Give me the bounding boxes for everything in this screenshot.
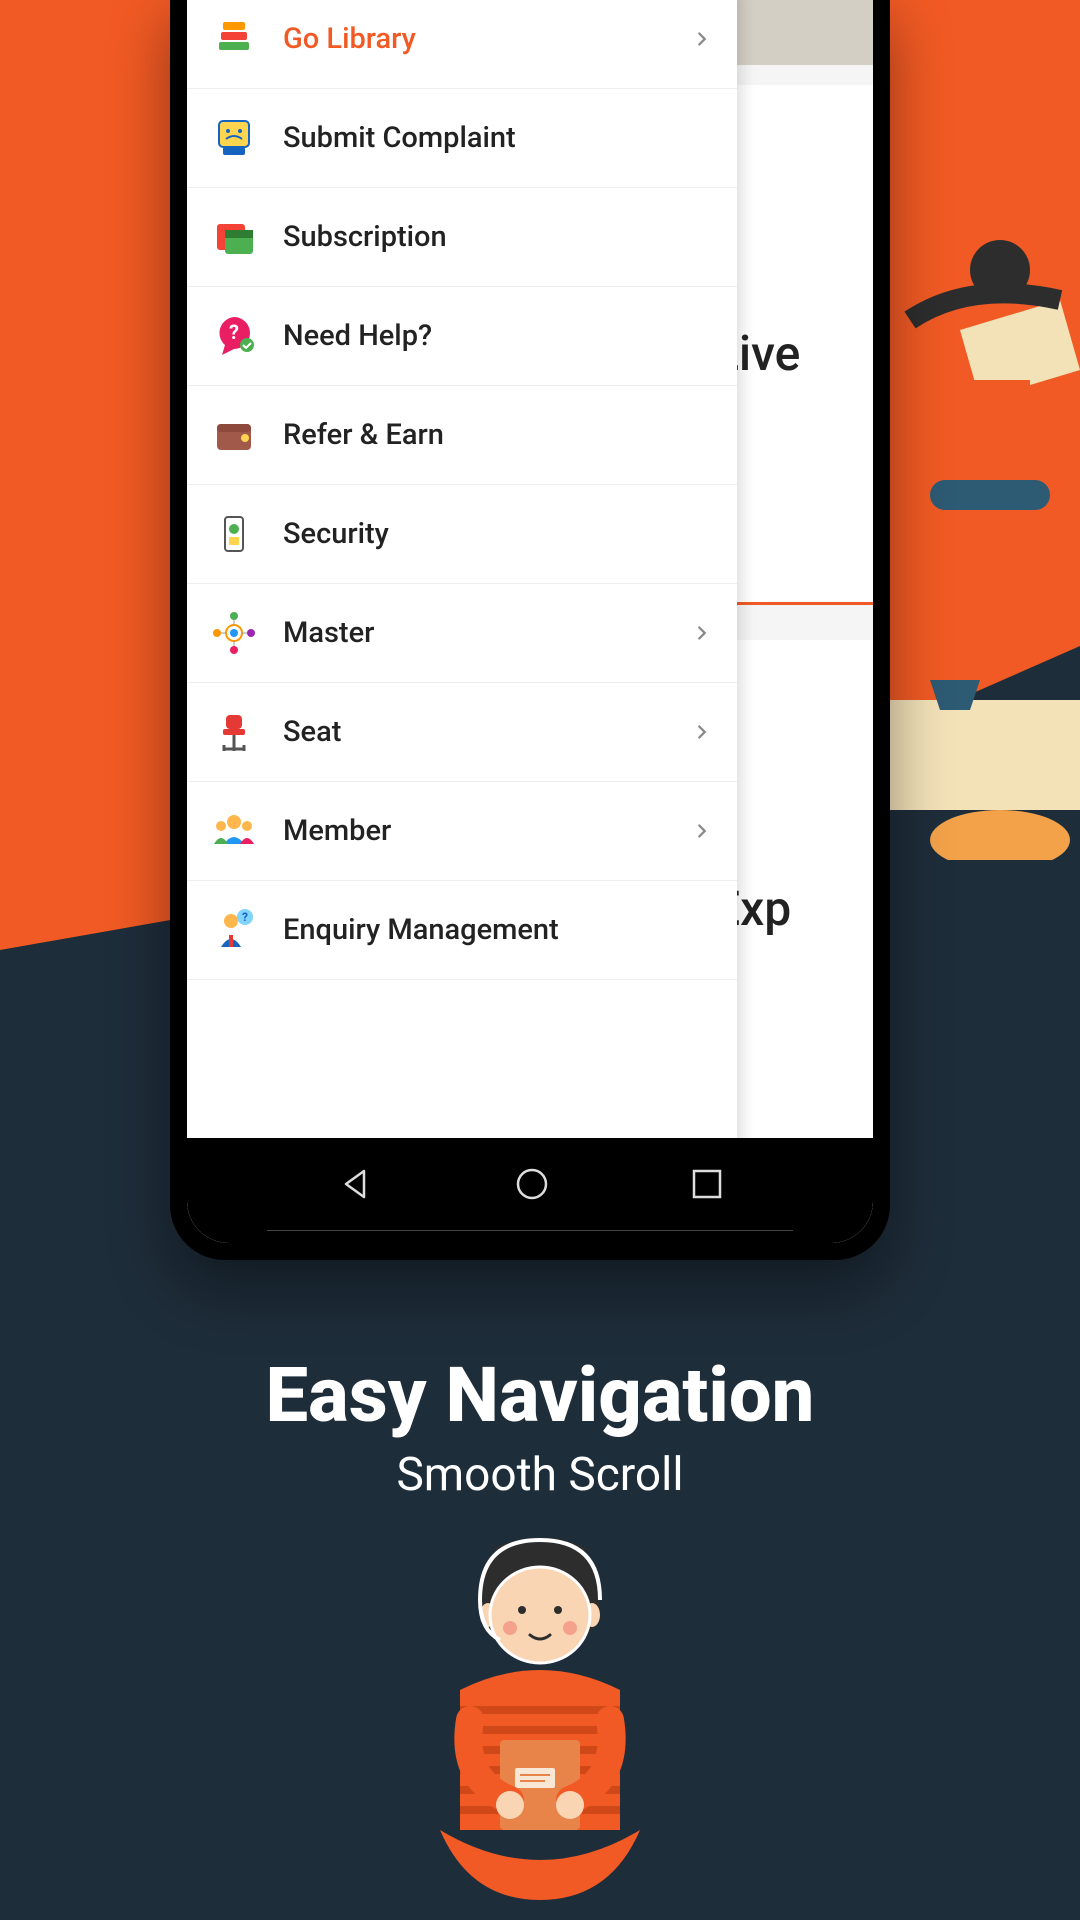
help-icon: ?: [211, 313, 257, 359]
sidebar-item-enquiry-management[interactable]: ? Enquiry Management: [187, 881, 737, 980]
sidebar-item-subscription[interactable]: Subscription: [187, 188, 737, 287]
bottom-reader-illustration: [360, 1520, 720, 1920]
sidebar-item-go-library[interactable]: Go Library: [187, 0, 737, 89]
library-icon: [211, 16, 257, 62]
sidebar-item-label: Seat: [283, 715, 691, 749]
chevron-right-icon: [691, 820, 713, 842]
svg-text:?: ?: [242, 910, 248, 924]
wallet-icon: [211, 412, 257, 458]
sidebar-item-member[interactable]: Member: [187, 782, 737, 881]
sidebar-item-security[interactable]: Security: [187, 485, 737, 584]
enquiry-icon: ?: [211, 907, 257, 953]
sidebar-item-need-help[interactable]: ? Need Help?: [187, 287, 737, 386]
sidebar-item-label: Submit Complaint: [283, 121, 713, 155]
sidebar-item-master[interactable]: Master: [187, 584, 737, 683]
banner-image-peek: [737, 0, 873, 65]
sidebar-item-label: Member: [283, 814, 691, 848]
back-icon[interactable]: [336, 1165, 374, 1207]
promo-headline: Easy Navigation Smooth Scroll: [0, 1350, 1080, 1502]
chevron-right-icon: [691, 622, 713, 644]
nav-bar-divider: [267, 1230, 793, 1231]
content-behind-drawer: Live Exp: [737, 0, 873, 1243]
sidebar-item-label: Need Help?: [283, 319, 713, 353]
recent-icon[interactable]: [690, 1167, 724, 1205]
security-icon: [211, 511, 257, 557]
android-nav-bar: [187, 1138, 873, 1243]
sidebar-item-submit-complaint[interactable]: Submit Complaint: [187, 89, 737, 188]
chevron-right-icon: [691, 721, 713, 743]
master-icon: [211, 610, 257, 656]
member-icon: [211, 808, 257, 854]
card-text: Live: [713, 325, 873, 382]
chevron-right-icon: [691, 28, 713, 50]
sidebar-item-refer-earn[interactable]: Refer & Earn: [187, 386, 737, 485]
seat-icon: [211, 709, 257, 755]
subscription-icon: [211, 214, 257, 260]
sidebar-item-label: Subscription: [283, 220, 713, 254]
home-icon[interactable]: [513, 1165, 551, 1207]
sidebar-item-label: Refer & Earn: [283, 418, 713, 452]
reader-top-illustration: [880, 180, 1080, 580]
phone-screen: Go Library Submit Complaint: [187, 0, 873, 1243]
svg-text:?: ?: [229, 320, 239, 344]
sidebar-item-label: Enquiry Management: [283, 913, 713, 947]
sidebar-item-label: Security: [283, 517, 713, 551]
sidebar-item-label: Go Library: [283, 22, 691, 56]
headline-subtitle: Smooth Scroll: [0, 1448, 1080, 1502]
phone-mockup: Go Library Submit Complaint: [170, 0, 890, 1260]
card-text: Exp: [713, 880, 873, 937]
navigation-drawer: Go Library Submit Complaint: [187, 0, 737, 1243]
sidebar-item-label: Master: [283, 616, 691, 650]
complaint-icon: [211, 115, 257, 161]
sidebar-item-seat[interactable]: Seat: [187, 683, 737, 782]
headline-title: Easy Navigation: [0, 1350, 1080, 1440]
